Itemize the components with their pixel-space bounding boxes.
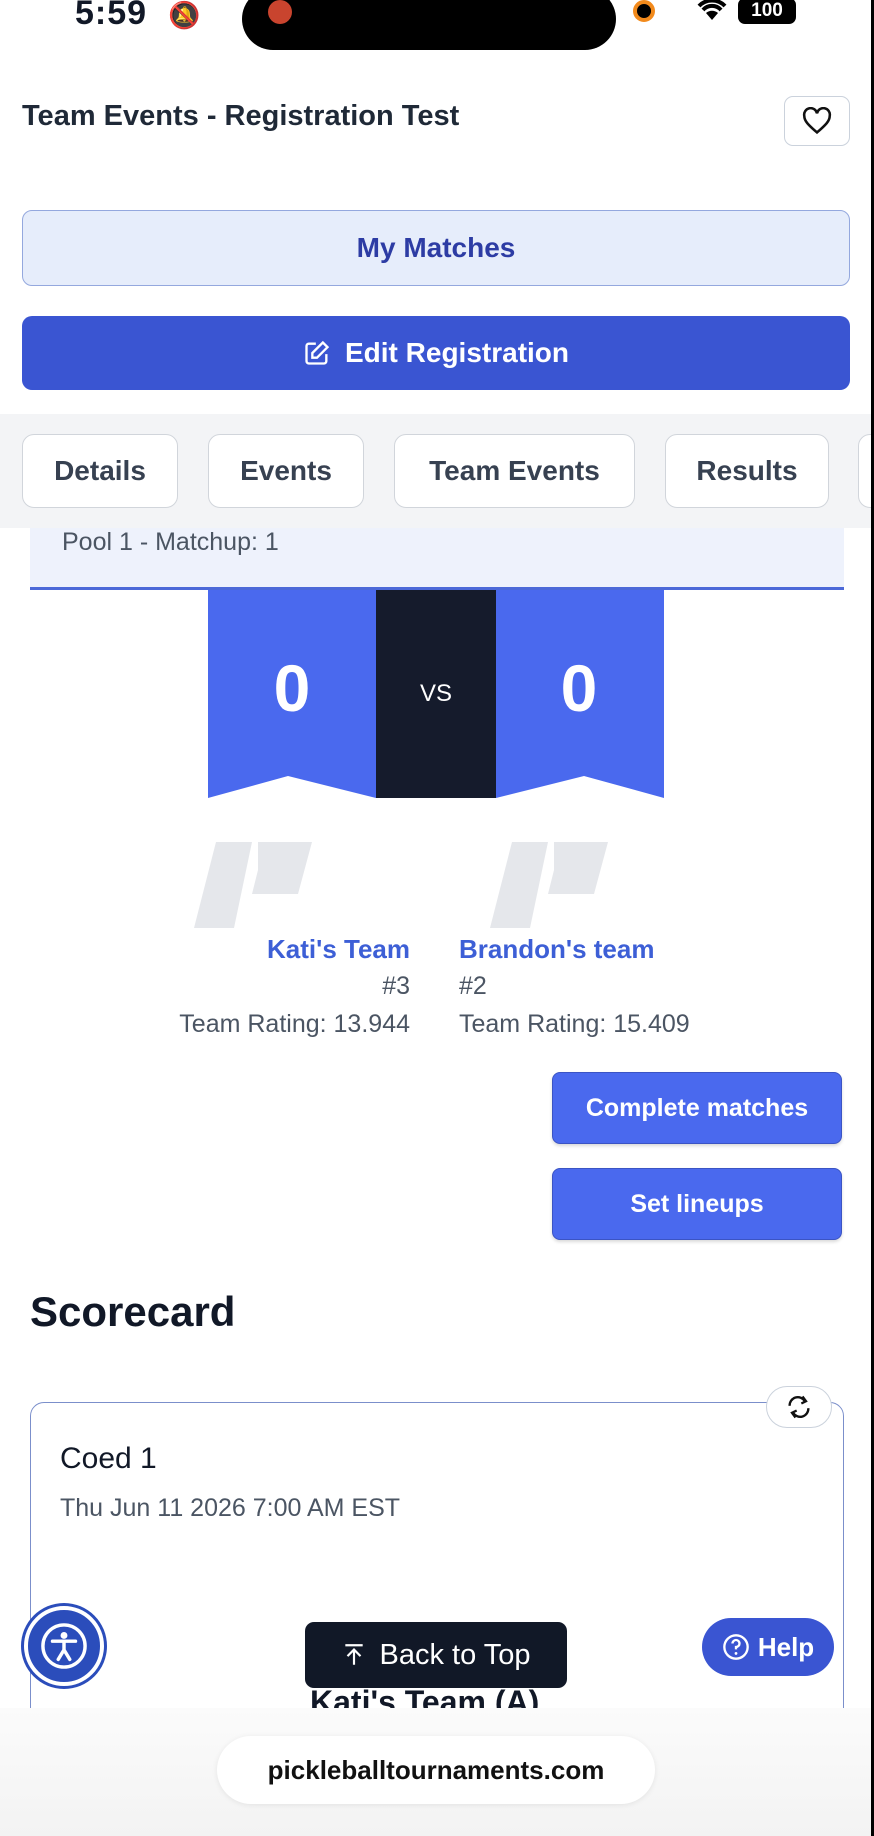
match-date: Thu Jun 11 2026 7:00 AM EST	[60, 1494, 401, 1522]
wifi-icon	[693, 0, 731, 30]
matchup-label: Pool 1 - Matchup: 1	[62, 528, 279, 556]
accessibility-button[interactable]	[24, 1606, 104, 1686]
team-b-rating: Team Rating: 15.409	[459, 1010, 690, 1038]
arrow-up-icon	[345, 1644, 364, 1665]
url-bar[interactable]: pickleballtournaments.com	[217, 1736, 655, 1804]
complete-matches-button[interactable]: Complete matches	[552, 1072, 842, 1144]
accessibility-icon	[41, 1623, 87, 1669]
help-label: Help	[757, 1631, 815, 1662]
team-a-name-link[interactable]: Kati's Team	[267, 934, 410, 965]
back-to-top-button[interactable]: Back to Top	[305, 1622, 567, 1688]
question-icon	[722, 1634, 749, 1660]
matchup-header: Pool 1 - Matchup: 1	[30, 528, 844, 590]
heart-icon	[802, 107, 832, 135]
bell-muted-icon: 🔕	[168, 0, 201, 30]
scorecard-heading: Scorecard	[30, 1288, 236, 1335]
swap-icon	[788, 1395, 810, 1419]
edit-icon	[305, 340, 330, 365]
team-a-score: 0	[273, 651, 311, 725]
app-screen: 5:59 🔕 100 Team Events - Registration Te…	[0, 0, 874, 1836]
swap-button[interactable]	[766, 1386, 832, 1428]
tab-details[interactable]: Details	[22, 434, 178, 508]
page-title: Team Events - Registration Test	[22, 100, 460, 132]
team-b-logo-icon	[490, 842, 608, 928]
my-matches-button[interactable]: My Matches	[22, 210, 850, 286]
recording-indicator-icon	[268, 0, 292, 24]
help-button[interactable]: Help	[702, 1618, 834, 1676]
tab-events[interactable]: Events	[208, 434, 364, 508]
set-lineups-button[interactable]: Set lineups	[552, 1168, 842, 1240]
edit-registration-label: Edit Registration	[344, 337, 569, 368]
tab-more[interactable]	[858, 434, 871, 508]
tab-results[interactable]: Results	[665, 434, 829, 508]
team-a-logo-icon	[194, 842, 312, 928]
vs-label: VS	[419, 680, 452, 707]
back-to-top-label: Back to Top	[379, 1638, 531, 1671]
team-b-seed: #2	[459, 972, 487, 1000]
favorite-button[interactable]	[784, 96, 850, 146]
team-a-rating: Team Rating: 13.944	[179, 1010, 410, 1038]
edit-registration-button[interactable]: Edit Registration	[22, 316, 850, 390]
microphone-indicator-icon	[633, 0, 655, 22]
team-a-seed: #3	[382, 972, 410, 1000]
team-b-score: 0	[560, 651, 598, 725]
battery-indicator: 100	[738, 0, 796, 24]
tab-team-events[interactable]: Team Events	[394, 434, 635, 508]
dynamic-island	[242, 0, 616, 50]
match-title: Coed 1	[60, 1442, 157, 1475]
status-time: 5:59	[75, 0, 148, 32]
team-b-name-link[interactable]: Brandon's team	[459, 934, 654, 965]
